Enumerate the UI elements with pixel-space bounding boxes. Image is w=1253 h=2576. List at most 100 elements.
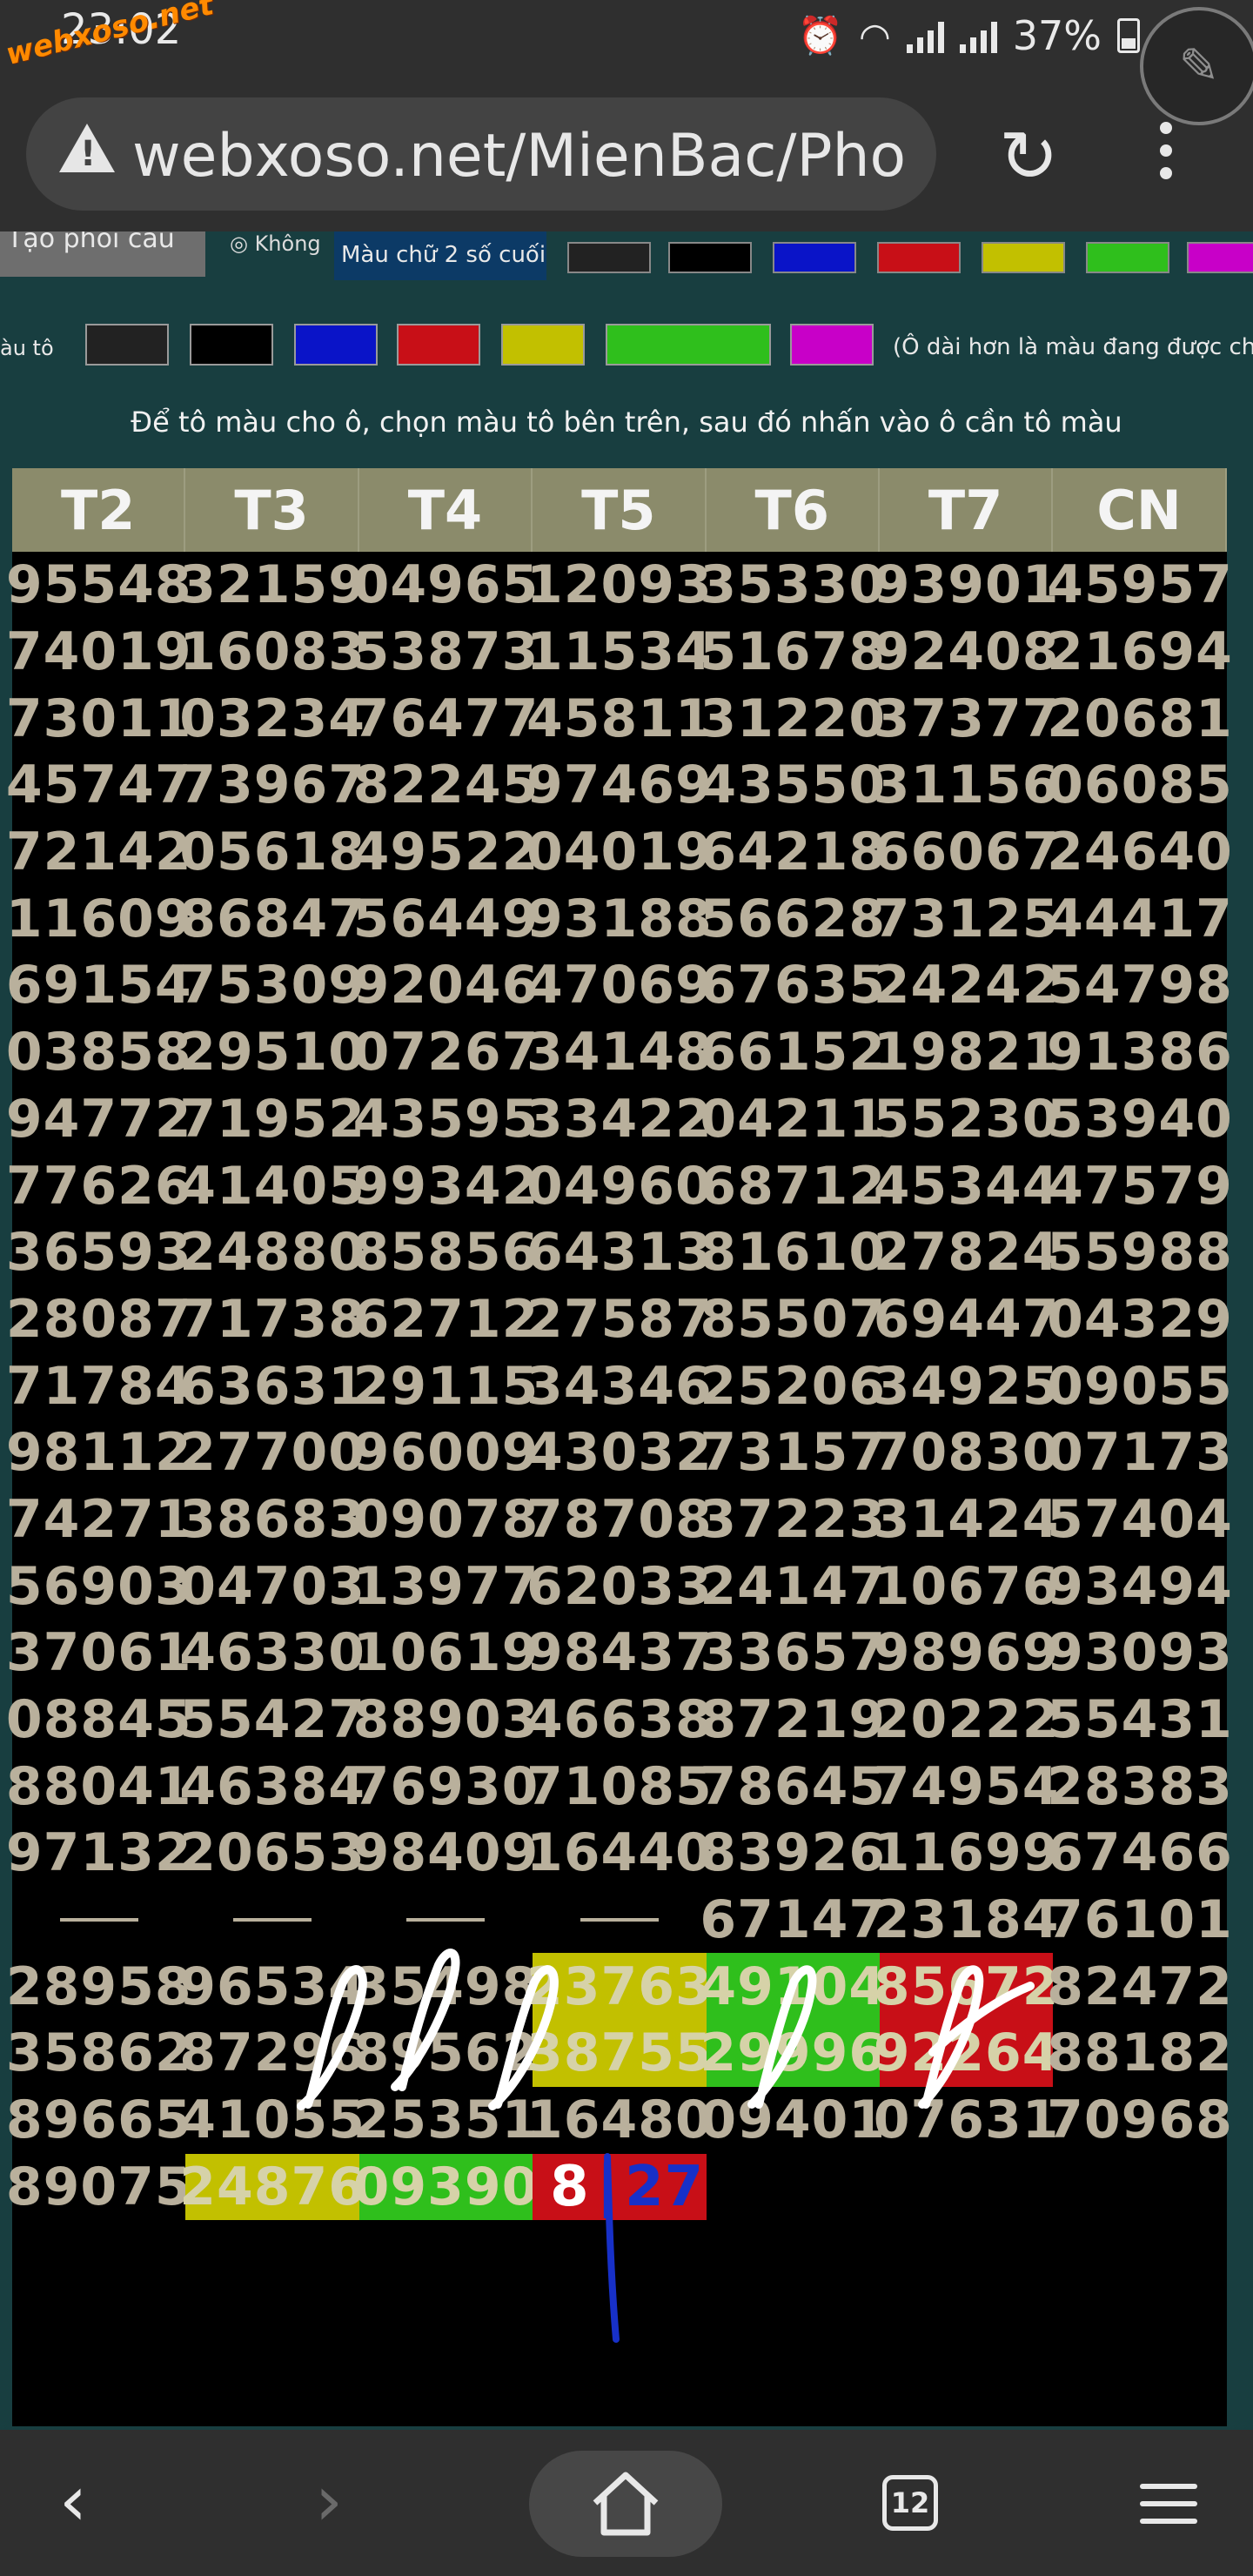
table-cell[interactable]: 24876 — [179, 2153, 365, 2221]
table-cell[interactable]: 54798 — [1047, 952, 1232, 1019]
fill-color-swatch[interactable] — [397, 324, 480, 366]
url-field[interactable]: webxoso.net/MienBac/Pho — [26, 97, 936, 211]
table-cell[interactable]: 85856 — [353, 1219, 539, 1286]
table-cell[interactable]: 63631 — [179, 1352, 365, 1419]
table-cell[interactable]: 97132 — [6, 1820, 191, 1887]
table-cell[interactable]: 51678 — [700, 619, 885, 686]
table-cell[interactable]: 74019 — [6, 619, 191, 686]
table-cell[interactable]: 46330 — [179, 1620, 365, 1687]
table-cell[interactable]: 64218 — [700, 819, 885, 886]
table-cell[interactable]: 88182 — [1047, 2020, 1232, 2087]
reload-icon[interactable]: ↻ — [999, 122, 1059, 193]
table-cell[interactable]: 06085 — [1047, 752, 1232, 819]
table-cell[interactable]: 43595 — [353, 1086, 539, 1153]
table-cell[interactable]: 44417 — [1047, 885, 1232, 952]
table-cell[interactable]: 88903 — [353, 1687, 539, 1754]
table-cell[interactable]: 34925 — [874, 1352, 1059, 1419]
warning-icon[interactable] — [59, 124, 115, 174]
table-cell[interactable]: 35862 — [6, 2020, 191, 2087]
table-cell[interactable]: 43032 — [526, 1419, 712, 1486]
table-cell[interactable]: 55431 — [1047, 1687, 1232, 1754]
table-cell[interactable]: 38683 — [179, 1486, 365, 1553]
table-cell[interactable]: 41405 — [179, 1152, 365, 1219]
table-cell[interactable]: 55230 — [874, 1086, 1059, 1153]
table-cell[interactable]: 04019 — [526, 819, 712, 886]
table-cell[interactable]: 82245 — [353, 752, 539, 819]
url-text[interactable]: webxoso.net/MienBac/Pho — [132, 122, 906, 191]
table-cell[interactable]: 85507 — [700, 1286, 885, 1353]
table-cell[interactable]: 49104 — [700, 1953, 885, 2021]
table-cell[interactable]: 82472 — [1047, 1953, 1232, 2020]
table-cell[interactable]: 89075 — [6, 2154, 191, 2221]
table-cell[interactable]: 25206 — [700, 1352, 885, 1419]
table-cell[interactable]: 37377 — [874, 685, 1059, 752]
table-cell[interactable]: 96009 — [353, 1419, 539, 1486]
table-cell[interactable]: 24147 — [700, 1553, 885, 1620]
table-cell[interactable]: 20222 — [874, 1687, 1059, 1754]
back-icon[interactable]: ‹ — [59, 2466, 87, 2536]
table-cell[interactable]: 19821 — [874, 1019, 1059, 1086]
fill-color-swatch[interactable] — [501, 324, 585, 366]
text-color-swatch[interactable] — [1086, 242, 1169, 273]
table-cell[interactable] — [880, 2154, 1053, 2221]
table-cell[interactable]: 03858 — [6, 1019, 191, 1086]
table-cell[interactable]: 46638 — [526, 1687, 712, 1754]
tabs-button[interactable]: 12 — [882, 2475, 938, 2531]
fill-color-swatch[interactable] — [606, 324, 771, 366]
table-cell[interactable]: 20653 — [179, 1820, 365, 1887]
table-cell[interactable]: 75309 — [179, 952, 365, 1019]
table-cell[interactable]: 99342 — [353, 1152, 539, 1219]
table-cell[interactable]: 47579 — [1047, 1152, 1232, 1219]
table-cell[interactable]: 23184 — [874, 1887, 1059, 1954]
table-cell[interactable]: 03234 — [179, 685, 365, 752]
table-cell[interactable]: 56449 — [353, 885, 539, 952]
fill-color-swatch[interactable] — [294, 324, 378, 366]
table-cell[interactable]: 98112 — [6, 1419, 191, 1486]
table-cell[interactable]: 69447 — [874, 1286, 1059, 1353]
table-cell[interactable]: 66067 — [874, 819, 1059, 886]
table-cell[interactable]: 55427 — [179, 1687, 365, 1754]
table-cell[interactable]: 72142 — [6, 819, 191, 886]
text-color-swatch[interactable] — [567, 242, 651, 273]
table-cell[interactable]: 78645 — [700, 1753, 885, 1820]
table-cell[interactable]: 76930 — [353, 1753, 539, 1820]
table-cell[interactable]: 31424 — [874, 1486, 1059, 1553]
table-cell[interactable]: 69154 — [6, 952, 191, 1019]
text-color-swatch[interactable] — [773, 242, 856, 273]
table-cell[interactable]: 76477 — [353, 685, 539, 752]
table-cell[interactable]: 95548 — [6, 552, 191, 619]
table-cell[interactable]: 05618 — [179, 819, 365, 886]
table-cell[interactable]: 73967 — [179, 752, 365, 819]
table-cell[interactable] — [185, 1887, 358, 1954]
table-cell[interactable]: 37223 — [700, 1486, 885, 1553]
table-cell[interactable]: 73011 — [6, 685, 191, 752]
table-cell[interactable]: 57404 — [1047, 1486, 1232, 1553]
table-cell[interactable]: 31220 — [700, 685, 885, 752]
table-cell[interactable] — [533, 1887, 706, 1954]
table-cell[interactable]: 71085 — [526, 1753, 712, 1820]
table-cell[interactable]: 76101 — [1047, 1887, 1232, 1954]
table-cell[interactable]: 25351 — [353, 2087, 539, 2154]
table-cell[interactable]: 09078 — [353, 1486, 539, 1553]
table-cell[interactable]: 94772 — [6, 1086, 191, 1153]
table-cell[interactable]: 13977 — [353, 1553, 539, 1620]
table-cell[interactable]: 70968 — [1047, 2087, 1232, 2154]
table-cell[interactable]: 32159 — [179, 552, 365, 619]
table-cell[interactable]: 87219 — [700, 1687, 885, 1754]
table-cell[interactable]: 45811 — [526, 685, 712, 752]
table-cell[interactable]: 24242 — [874, 952, 1059, 1019]
table-cell[interactable]: 27587 — [526, 1286, 712, 1353]
table-cell[interactable]: 86847 — [179, 885, 365, 952]
table-cell[interactable]: 10619 — [353, 1620, 539, 1687]
text-color-swatch[interactable] — [1187, 242, 1253, 273]
table-cell[interactable]: 07267 — [353, 1019, 539, 1086]
table-cell[interactable]: 34346 — [526, 1352, 712, 1419]
table-cell[interactable]: 12093 — [526, 552, 712, 619]
table-cell[interactable]: 33422 — [526, 1086, 712, 1153]
table-cell[interactable]: 16083 — [179, 619, 365, 686]
table-cell[interactable]: 04703 — [179, 1553, 365, 1620]
table-cell[interactable]: 88041 — [6, 1753, 191, 1820]
table-cell[interactable]: 92408 — [874, 619, 1059, 686]
table-cell[interactable]: 81610 — [700, 1219, 885, 1286]
table-cell[interactable]: 98409 — [353, 1820, 539, 1887]
